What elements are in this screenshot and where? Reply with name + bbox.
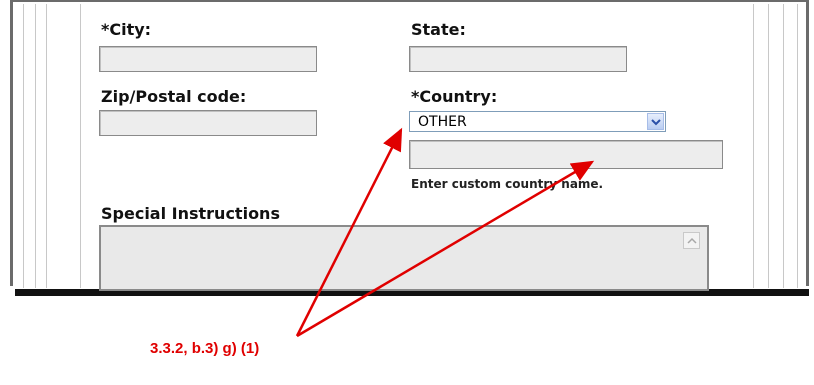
annotation-arrows — [295, 127, 595, 338]
annotation-callout: 3.3.2, b.3) g) (1) — [150, 340, 260, 357]
